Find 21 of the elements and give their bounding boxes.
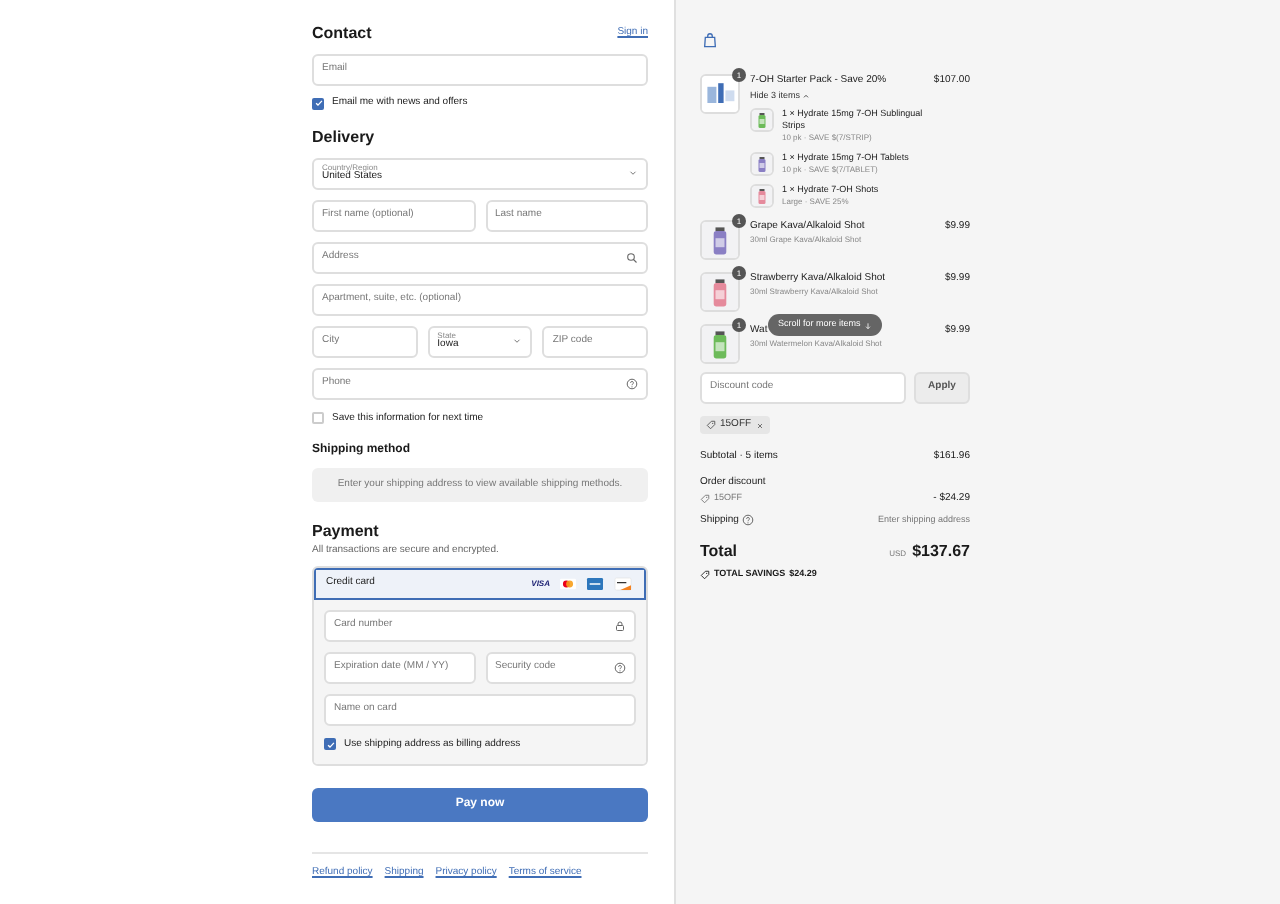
total-value: $137.67 [912,540,970,564]
section-heading: Payment [312,522,381,542]
chevron-up-icon [802,91,811,100]
card-logo-icon [584,575,606,591]
section-heading: Contact [312,22,372,46]
tag-icon [706,420,716,430]
section-heading: Delivery [312,127,377,147]
tag-icon [700,569,710,580]
card-logo-icon [558,575,578,591]
chevron-down-icon [512,336,523,346]
card-logo-icon [612,575,634,591]
help-icon [742,514,755,527]
shopping-bag-icon [702,32,718,48]
chevron-down-icon [628,168,638,178]
help-icon [614,661,626,673]
total-label: Total [700,540,738,564]
checkbox[interactable] [312,412,324,425]
lock-icon [614,619,626,631]
search-icon [626,251,638,263]
tag-icon [700,494,710,505]
help-icon [626,377,638,389]
